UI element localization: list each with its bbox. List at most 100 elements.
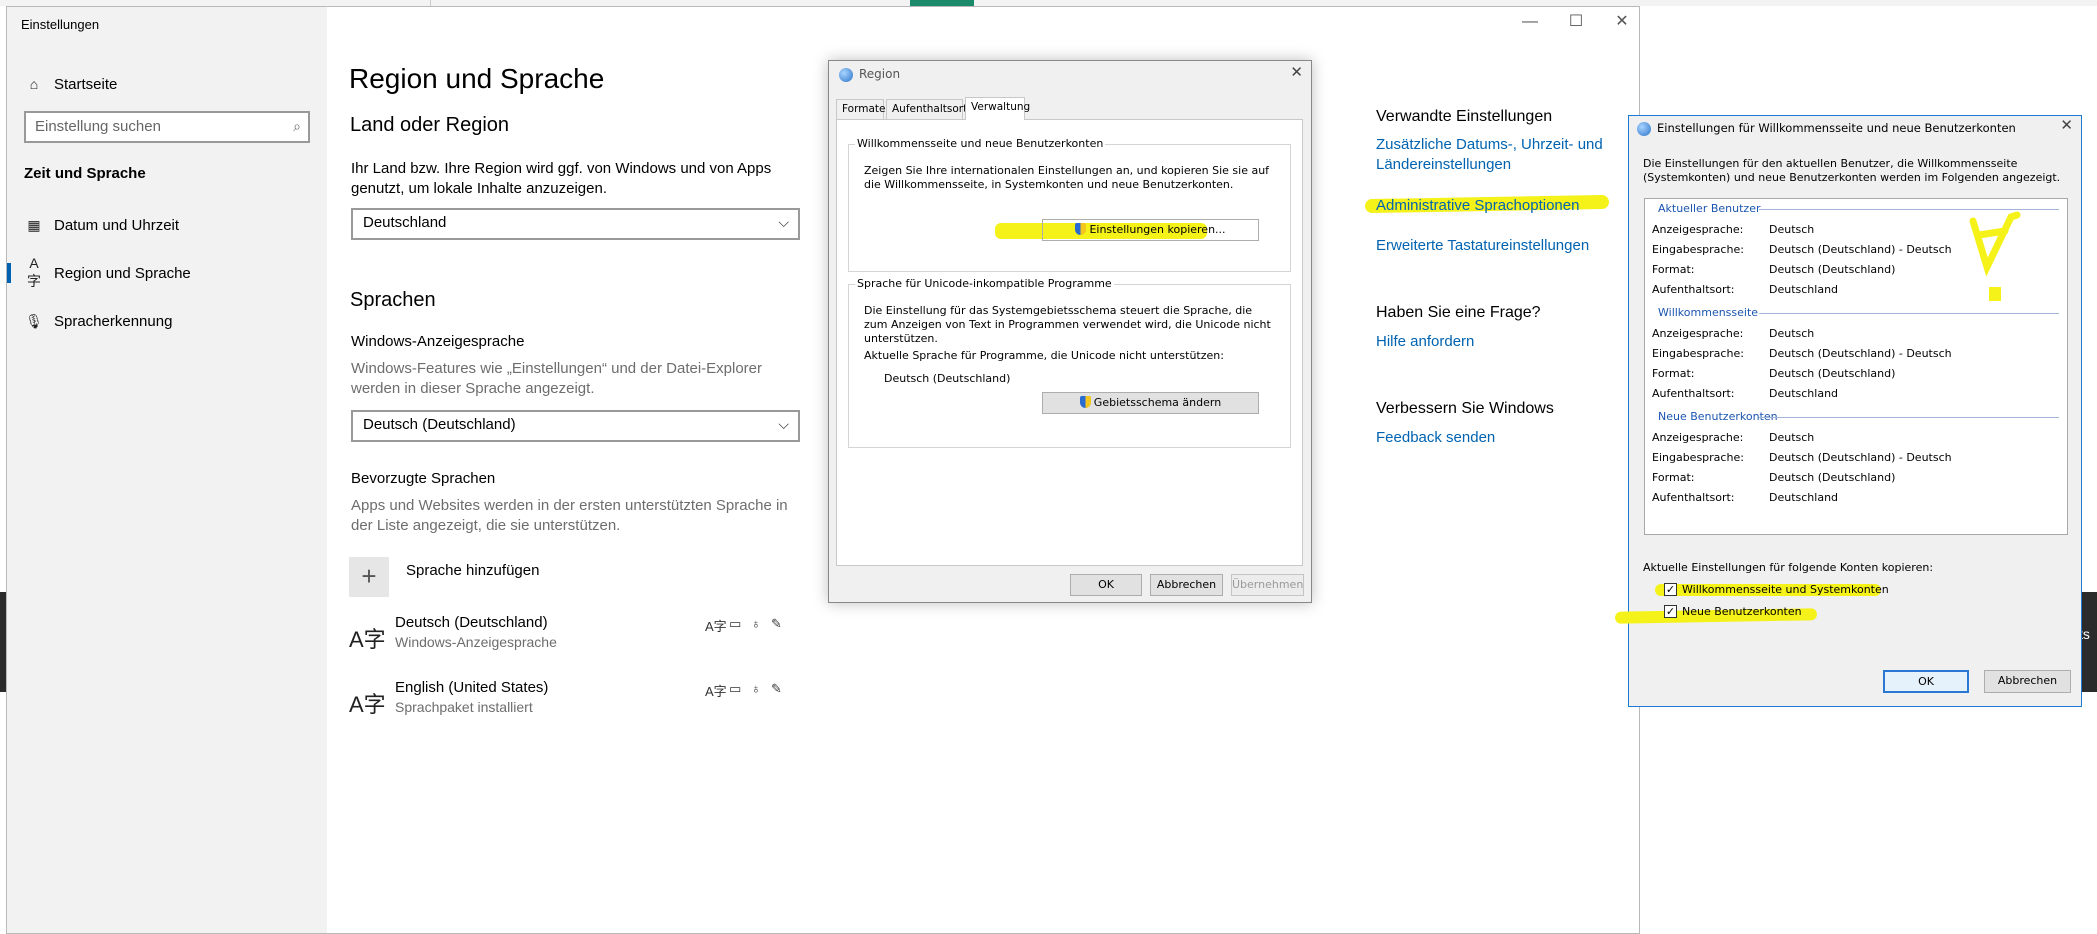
additional-datetime-link[interactable]: Zusätzliche Datums-, Uhrzeit- und Länder… [1376,135,1616,175]
unicode-group-text: Die Einstellung für das Systemgebietssch… [864,304,1271,345]
nav-item-label: Spracherkennung [54,312,173,330]
administrative-language-options-link[interactable]: Administrative Sprachoptionen [1376,196,1579,216]
nav-item-speech[interactable]: 🎙 Spracherkennung [7,301,327,341]
home-icon: ⌂ [29,76,39,92]
microphone-feature-icon: ♁ [751,616,761,631]
setting-value: Deutsch (Deutschland) [1769,471,1896,484]
language-status: Sprachpaket installiert [395,699,533,715]
welcome-dialog-title: Einstellungen für Willkommensseite und n… [1637,121,2016,136]
display-language-feature-icon: A字 [705,684,727,699]
section-heading-current-user: Aktueller Benutzer [1658,202,1761,215]
setting-key: Eingabesprache: [1652,451,1744,464]
welcome-group-legend: Willkommensseite und neue Benutzerkonten [855,137,1106,150]
calendar-clock-icon: ▦ [27,216,41,233]
tab-formats[interactable]: Formate [836,99,885,119]
setting-key: Anzeigesprache: [1652,327,1744,340]
microphone-feature-icon: ♁ [751,681,761,696]
display-language-dropdown[interactable]: Deutsch (Deutschland) ⌵ [351,410,800,442]
ok-button[interactable]: OK [1070,574,1142,596]
settings-search-input[interactable]: Einstellung suchen ⌕ [24,111,310,143]
setting-value: Deutsch [1769,327,1815,340]
country-value: Deutschland [363,214,447,231]
welcome-intro-text: Die Einstellungen für den aktuellen Benu… [1643,157,2061,184]
checkbox-welcome-system-accounts[interactable]: ✓ [1664,583,1677,596]
language-name: Deutsch (Deutschland) [395,614,548,631]
checkbox-welcome-label: Willkommensseite und Systemkonten [1682,583,1889,596]
plus-icon: + [361,561,377,591]
close-icon[interactable]: ✕ [1290,63,1303,81]
setting-value: Deutschland [1769,283,1839,296]
nav-item-label: Region und Sprache [54,264,191,282]
welcome-dialog-title-text: Einstellungen für Willkommensseite und n… [1657,121,2016,135]
languages-heading: Sprachen [350,289,436,311]
close-icon[interactable]: ✕ [2060,116,2073,134]
country-description: Ihr Land bzw. Ihre Region wird ggf. von … [351,160,772,197]
ok-button[interactable]: OK [1883,670,1969,693]
advanced-keyboard-settings-link[interactable]: Erweiterte Tastatureinstellungen [1376,236,1589,256]
language-glyph-icon: A字 [349,627,386,652]
setting-key: Eingabesprache: [1652,347,1744,360]
globe-icon [839,67,853,82]
change-locale-button[interactable]: Gebietsschema ändern [1042,392,1259,414]
setting-key: Eingabesprache: [1652,243,1744,256]
uac-shield-icon [1075,223,1087,235]
nav-item-date-time[interactable]: ▦ Datum und Uhrzeit [7,205,327,245]
change-locale-label: Gebietsschema ändern [1093,396,1222,409]
improve-heading: Verbessern Sie Windows [1376,400,1554,417]
nav-item-region-language[interactable]: A字 Region und Sprache [7,253,327,293]
current-unicode-label: Aktuelle Sprache für Programme, die Unic… [864,349,1224,362]
setting-key: Aufenthaltsort: [1652,491,1735,504]
welcome-group-text: Zeigen Sie Ihre internationalen Einstell… [864,164,1270,191]
apply-button[interactable]: Übernehmen [1231,574,1304,596]
checkbox-new-accounts-label: Neue Benutzerkonten [1682,605,1802,618]
nav-home-label: Startseite [54,75,118,93]
setting-key: Format: [1652,367,1695,380]
cancel-button[interactable]: Abbrechen [1150,574,1223,596]
nav-item-label: Datum und Uhrzeit [54,216,180,234]
language-item-english[interactable]: A字 English (United States) Sprachpaket i… [349,679,799,729]
setting-key: Anzeigesprache: [1652,223,1744,236]
region-dialog-title-text: Region [859,67,901,81]
unicode-group-legend: Sprache für Unicode-inkompatible Program… [855,277,1114,290]
setting-key: Aufenthaltsort: [1652,387,1735,400]
page-title: Region und Sprache [349,63,605,94]
get-help-link[interactable]: Hilfe anfordern [1376,332,1474,352]
display-language-description: Windows-Features wie „Einstellungen“ und… [351,360,763,397]
tab-administrative[interactable]: Verwaltung [965,97,1030,120]
setting-value: Deutschland [1769,387,1839,400]
search-icon[interactable]: ⌕ [293,118,301,135]
setting-value: Deutsch [1769,431,1815,444]
welcome-settings-dialog: Einstellungen für Willkommensseite und n… [1614,115,2082,707]
sidebar: Einstellungen ⌂ Startseite Einstellung s… [7,7,327,933]
cancel-button[interactable]: Abbrechen [1984,670,2071,693]
tab-location[interactable]: Aufenthaltsort [886,99,967,119]
add-language-label[interactable]: Sprache hinzufügen [406,561,539,581]
checkbox-new-user-accounts[interactable]: ✓ [1664,605,1677,618]
setting-value: Deutsch (Deutschland) - Deutsch [1769,243,1952,256]
settings-summary-panel: Aktueller Benutzer Anzeigesprache: Deuts… [1644,198,2068,535]
speech-feature-icon: ▭ [729,681,742,696]
copy-settings-button[interactable]: Einstellungen kopieren... [1042,219,1259,241]
copy-settings-label: Aktuelle Einstellungen für folgende Kont… [1643,561,1934,574]
setting-key: Format: [1652,263,1695,276]
display-language-label: Windows-Anzeigesprache [351,333,525,350]
nav-home[interactable]: ⌂ Startseite [7,64,327,104]
globe-icon [1637,121,1651,136]
copy-settings-label: Einstellungen kopieren... [1089,223,1226,236]
section-divider [1759,417,2059,418]
country-dropdown[interactable]: Deutschland ⌵ [351,208,800,240]
current-unicode-value: Deutsch (Deutschland) [884,372,1011,385]
preferred-languages-label: Bevorzugte Sprachen [351,470,496,487]
setting-key: Anzeigesprache: [1652,431,1744,444]
setting-value: Deutsch (Deutschland) - Deutsch [1769,347,1952,360]
related-settings-heading: Verwandte Einstellungen [1376,108,1553,125]
language-item-deutsch[interactable]: A字 Deutsch (Deutschland) Windows-Anzeige… [349,614,799,664]
window-title: Einstellungen [21,17,100,32]
add-language-button[interactable]: + [349,557,389,597]
handwriting-feature-icon: ✎ [771,616,782,631]
setting-value: Deutsch [1769,223,1815,236]
setting-value: Deutsch (Deutschland) - Deutsch [1769,451,1952,464]
feedback-link[interactable]: Feedback senden [1376,428,1495,448]
uac-shield-icon [1079,396,1091,408]
setting-value: Deutsch (Deutschland) [1769,263,1896,276]
